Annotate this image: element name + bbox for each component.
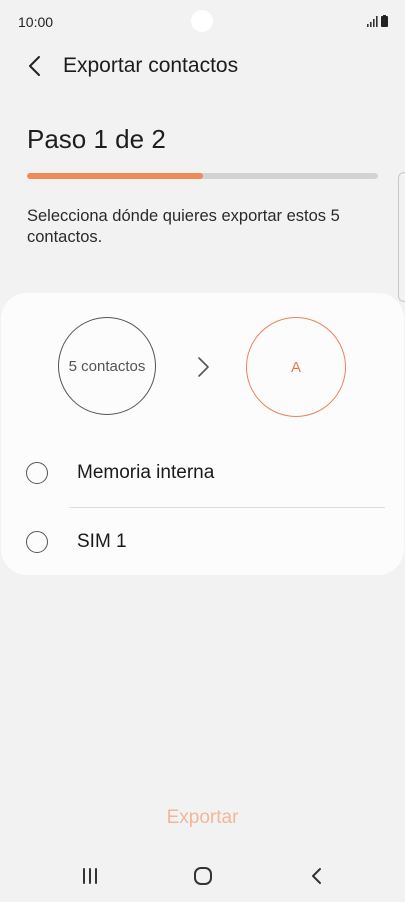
step-progress-fill — [27, 173, 203, 179]
radio-button[interactable] — [26, 462, 48, 484]
back-button[interactable] — [22, 52, 50, 80]
recent-apps-icon — [83, 868, 97, 884]
recent-apps-button[interactable] — [76, 864, 106, 888]
target-circle: A — [246, 317, 346, 417]
scroll-indicator — [398, 172, 405, 302]
step-title: Paso 1 de 2 — [27, 124, 166, 154]
page-title: Exportar contactos — [63, 54, 239, 77]
radio-button[interactable] — [26, 531, 48, 553]
target-label: A — [290, 358, 301, 376]
app-bar: Exportar contactos — [0, 46, 405, 86]
status-time: 10:00 — [18, 14, 54, 30]
chevron-left-icon — [29, 56, 40, 76]
back-icon — [312, 868, 321, 884]
option-memoria-interna[interactable]: Memoria interna — [1, 441, 404, 507]
nav-back-button[interactable] — [302, 864, 332, 888]
battery-icon — [381, 15, 388, 27]
home-icon — [194, 867, 212, 885]
status-icons — [367, 14, 389, 32]
chevron-right-icon — [198, 357, 209, 377]
step-progress-bar — [27, 173, 378, 179]
option-sim-1[interactable]: SIM 1 — [1, 510, 404, 576]
divider — [69, 507, 385, 508]
camera-cutout — [191, 10, 213, 32]
option-label: Memoria interna — [77, 462, 215, 483]
option-label: SIM 1 — [77, 531, 127, 552]
source-label: 5 contactos — [68, 357, 146, 375]
export-button[interactable]: Exportar — [140, 803, 265, 833]
source-circle: 5 contactos — [58, 317, 156, 415]
status-bar: 10:00 — [0, 0, 405, 42]
navigation-bar — [0, 852, 405, 900]
home-button[interactable] — [188, 864, 218, 888]
description-text: Selecciona dónde quieres exportar estos … — [27, 207, 340, 246]
signal-icon — [367, 16, 378, 27]
